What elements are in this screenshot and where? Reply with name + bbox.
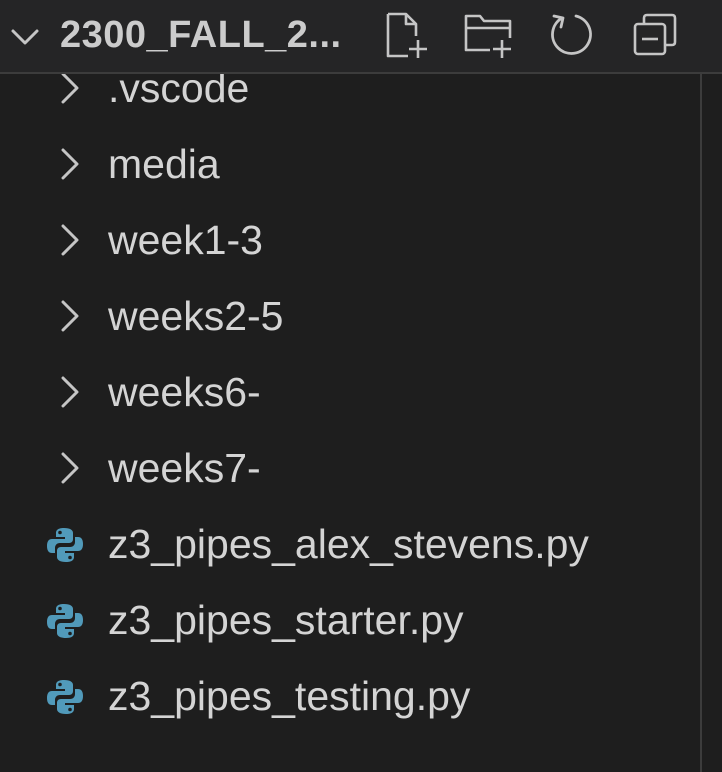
tree-item-label: media xyxy=(108,141,220,187)
refresh-icon xyxy=(551,14,592,55)
tree-item-weeks7[interactable]: weeks7- xyxy=(0,430,700,506)
python-file-icon xyxy=(47,528,83,562)
tree-item-label: .vscode xyxy=(108,74,250,111)
chevron-down-icon[interactable] xyxy=(10,22,40,52)
chevron-right-icon xyxy=(61,300,79,332)
tree-item-weeks2-5[interactable]: weeks2-5 xyxy=(0,278,700,354)
new-file-button[interactable] xyxy=(378,8,432,62)
tree-item-label: weeks2-5 xyxy=(108,293,284,339)
chevron-right-icon xyxy=(61,224,79,256)
collapse-all-button[interactable] xyxy=(628,8,682,62)
tree-item-label: weeks7- xyxy=(108,445,261,491)
tree-item-vscode[interactable]: .vscode xyxy=(0,74,700,126)
tree-item-label: z3_pipes_testing.py xyxy=(108,673,471,719)
tree-item-label: weeks6- xyxy=(108,369,261,415)
new-folder-button[interactable] xyxy=(460,8,514,62)
chevron-right-icon xyxy=(61,376,79,408)
tree-item-label: z3_pipes_starter.py xyxy=(108,597,464,643)
tree-item-z3-pipes-starter[interactable]: z3_pipes_starter.py xyxy=(0,582,700,658)
python-file-icon xyxy=(47,680,83,714)
explorer-header[interactable]: 2300_FALL_2... xyxy=(0,0,722,74)
chevron-right-icon xyxy=(61,148,79,180)
tree-item-z3-pipes-alex-stevens[interactable]: z3_pipes_alex_stevens.py xyxy=(0,506,700,582)
tree-item-label: z3_pipes_alex_stevens.py xyxy=(108,521,589,567)
workspace-folder-title[interactable]: 2300_FALL_2... xyxy=(60,14,342,57)
tree-item-z3-pipes-testing[interactable]: z3_pipes_testing.py xyxy=(0,658,700,734)
tree-item-label: week1-3 xyxy=(108,217,263,263)
new-file-icon xyxy=(386,12,427,58)
chevron-right-icon xyxy=(61,452,79,484)
new-folder-icon xyxy=(464,14,512,58)
tree-item-media[interactable]: media xyxy=(0,126,700,202)
file-explorer: 2300_FALL_2... .vscode media week1-3 wee… xyxy=(0,0,722,772)
python-file-icon xyxy=(47,604,83,638)
tree-item-weeks6[interactable]: weeks6- xyxy=(0,354,700,430)
collapse-all-icon xyxy=(633,13,677,56)
chevron-right-icon xyxy=(61,74,79,104)
tree-item-week1-3[interactable]: week1-3 xyxy=(0,202,700,278)
refresh-button[interactable] xyxy=(544,8,598,62)
file-tree: .vscode media week1-3 weeks2-5 weeks6- w… xyxy=(0,74,702,772)
